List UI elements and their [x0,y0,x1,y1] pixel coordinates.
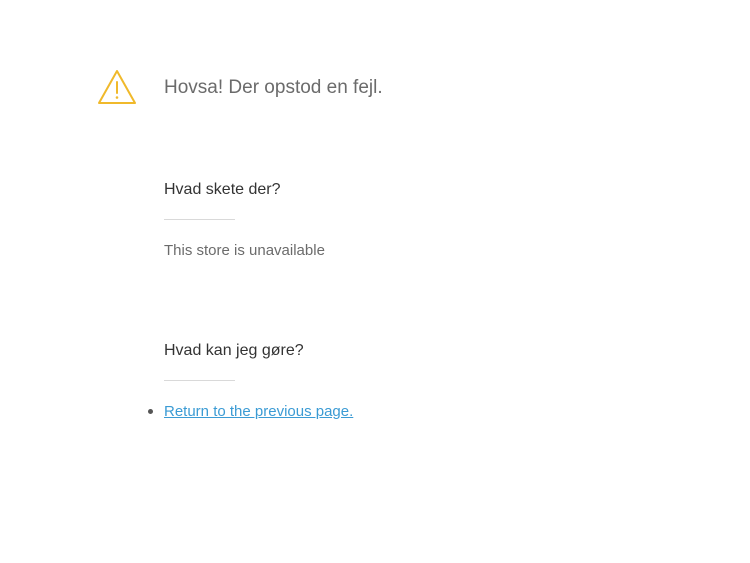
what-happened-heading: Hvad skete der? [164,181,281,198]
what-to-do-heading: Hvad kan jeg gøre? [164,342,304,359]
section-divider [164,219,235,220]
error-page: Hovsa! Der opstod en fejl. Hvad skete de… [0,0,750,563]
warning-icon [97,69,137,105]
return-previous-page-link[interactable]: Return to the previous page. [164,403,353,420]
action-list: Return to the previous page. [148,402,353,422]
bullet-icon [148,409,153,414]
error-message: This store is unavailable [164,242,325,259]
what-happened-section: Hvad skete der? This store is unavailabl… [164,180,325,261]
what-to-do-section: Hvad kan jeg gøre? Return to the previou… [148,341,353,422]
section-divider [164,380,235,381]
page-title: Hovsa! Der opstod en fejl. [164,77,383,98]
list-item: Return to the previous page. [148,402,353,422]
